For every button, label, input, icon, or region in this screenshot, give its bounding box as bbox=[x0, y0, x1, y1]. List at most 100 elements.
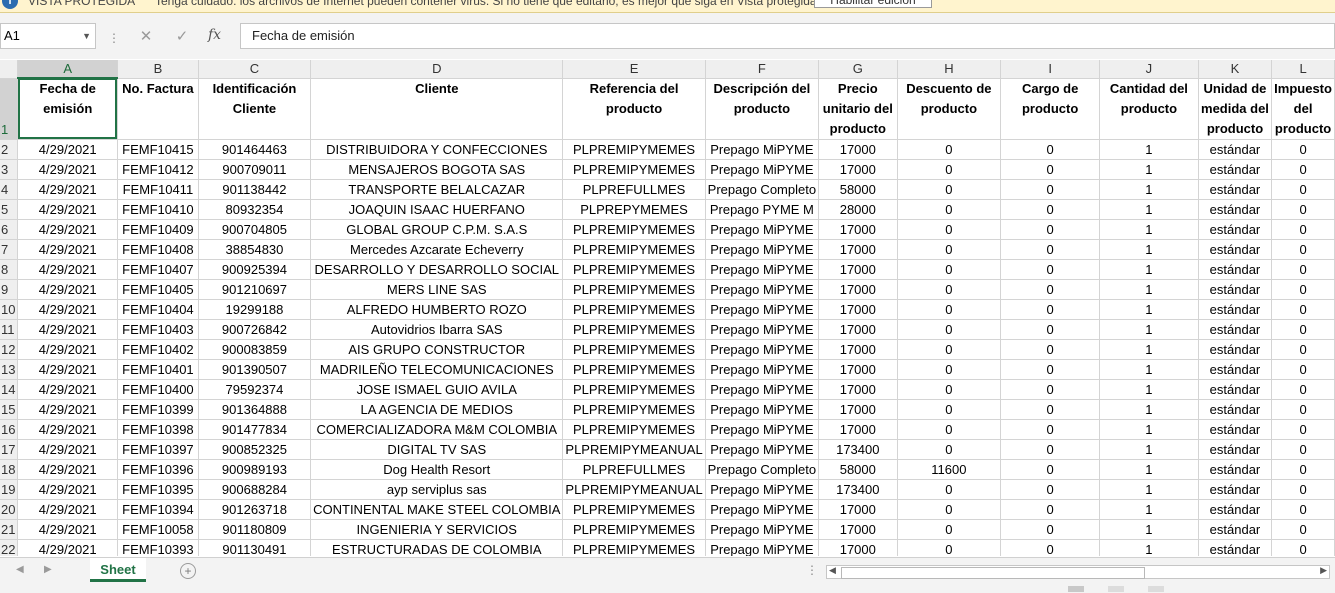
table-cell[interactable]: 0 bbox=[1000, 259, 1101, 280]
table-cell[interactable]: 1 bbox=[1099, 399, 1199, 420]
table-cell[interactable]: 1 bbox=[1099, 299, 1199, 320]
spreadsheet-grid[interactable]: A B C D E F G H I J K L 1 Fecha de emisión No. Factura… bbox=[0, 60, 1335, 556]
table-cell[interactable]: estándar bbox=[1198, 399, 1273, 420]
table-cell[interactable]: PLPREFULLMES bbox=[562, 459, 706, 480]
row-header[interactable]: 6 bbox=[0, 219, 19, 240]
table-cell[interactable]: PLPREMIPYMEMES bbox=[562, 499, 706, 520]
table-cell[interactable]: 0 bbox=[897, 319, 1002, 340]
table-cell[interactable]: FEMF10415 bbox=[117, 139, 199, 160]
table-cell[interactable]: FEMF10401 bbox=[117, 359, 199, 380]
column-header[interactable]: H bbox=[897, 60, 1002, 79]
table-cell[interactable]: 0 bbox=[1271, 199, 1335, 220]
row-header[interactable]: 7 bbox=[0, 239, 19, 260]
table-cell[interactable]: 1 bbox=[1099, 239, 1199, 260]
table-cell[interactable]: FEMF10058 bbox=[117, 519, 199, 540]
table-cell[interactable]: 0 bbox=[897, 139, 1002, 160]
table-cell[interactable]: 0 bbox=[1271, 519, 1335, 540]
table-cell[interactable]: 0 bbox=[1271, 379, 1335, 400]
row-header[interactable]: 15 bbox=[0, 399, 19, 420]
table-cell[interactable]: 38854830 bbox=[198, 239, 312, 260]
table-cell[interactable]: Prepago MiPYME bbox=[705, 339, 820, 360]
horizontal-scrollbar[interactable]: ◀ ▶ bbox=[826, 565, 1330, 579]
table-cell[interactable]: Prepago MiPYME bbox=[705, 419, 820, 440]
table-cell[interactable]: PLPREMIPYMEMES bbox=[562, 139, 706, 160]
column-header[interactable]: A bbox=[17, 60, 118, 79]
table-cell[interactable]: PLPREMIPYMEMES bbox=[562, 319, 706, 340]
table-cell[interactable]: AIS GRUPO CONSTRUCTOR bbox=[310, 339, 564, 360]
table-cell[interactable]: Prepago PYME M bbox=[705, 199, 820, 220]
table-cell[interactable]: Prepago MiPYME bbox=[705, 239, 820, 260]
normal-view-icon[interactable] bbox=[1068, 586, 1084, 592]
table-cell[interactable]: MERS LINE SAS bbox=[310, 279, 564, 300]
table-cell[interactable]: 901210697 bbox=[198, 279, 312, 300]
table-cell[interactable]: 0 bbox=[1271, 419, 1335, 440]
table-cell[interactable]: Prepago MiPYME bbox=[705, 499, 820, 520]
row-header[interactable]: 22 bbox=[0, 539, 19, 556]
table-cell[interactable]: PLPREMIPYMEMES bbox=[562, 359, 706, 380]
row-header[interactable]: 10 bbox=[0, 299, 19, 320]
table-cell[interactable]: 17000 bbox=[818, 239, 898, 260]
table-cell[interactable]: PLPREMIPYMEMES bbox=[562, 399, 706, 420]
table-cell[interactable]: 901138442 bbox=[198, 179, 312, 200]
table-cell[interactable]: PLPREMIPYMEMES bbox=[562, 239, 706, 260]
header-cell[interactable]: Precio unitario del producto bbox=[818, 78, 898, 140]
column-header[interactable]: G bbox=[818, 60, 898, 79]
table-cell[interactable]: LA AGENCIA DE MEDIOS bbox=[310, 399, 564, 420]
table-cell[interactable]: 901477834 bbox=[198, 419, 312, 440]
table-cell[interactable]: estándar bbox=[1198, 239, 1273, 260]
table-cell[interactable]: ALFREDO HUMBERTO ROZO bbox=[310, 299, 564, 320]
table-cell[interactable]: 1 bbox=[1099, 159, 1199, 180]
table-cell[interactable]: INGENIERIA Y SERVICIOS bbox=[310, 519, 564, 540]
table-cell[interactable]: 901364888 bbox=[198, 399, 312, 420]
table-cell[interactable]: Autovidrios Ibarra SAS bbox=[310, 319, 564, 340]
row-header[interactable]: 19 bbox=[0, 479, 19, 500]
select-all-corner[interactable] bbox=[0, 60, 19, 79]
row-header[interactable]: 17 bbox=[0, 439, 19, 460]
table-cell[interactable]: 4/29/2021 bbox=[17, 379, 118, 400]
table-cell[interactable]: DISTRIBUIDORA Y CONFECCIONES bbox=[310, 139, 564, 160]
column-header[interactable]: I bbox=[1000, 60, 1101, 79]
sheet-tab[interactable]: Sheet bbox=[90, 558, 146, 582]
table-cell[interactable]: GLOBAL GROUP C.P.M. S.A.S bbox=[310, 219, 564, 240]
table-cell[interactable]: FEMF10410 bbox=[117, 199, 199, 220]
table-cell[interactable]: 4/29/2021 bbox=[17, 299, 118, 320]
table-cell[interactable]: Prepago MiPYME bbox=[705, 359, 820, 380]
table-cell[interactable]: FEMF10404 bbox=[117, 299, 199, 320]
table-cell[interactable]: 0 bbox=[1000, 519, 1101, 540]
table-cell[interactable]: 0 bbox=[1000, 499, 1101, 520]
table-cell[interactable]: 0 bbox=[1000, 159, 1101, 180]
table-cell[interactable]: 1 bbox=[1099, 199, 1199, 220]
table-cell[interactable]: estándar bbox=[1198, 479, 1273, 500]
table-cell[interactable]: 0 bbox=[1271, 219, 1335, 240]
table-cell[interactable]: PLPREMIPYMEMES bbox=[562, 259, 706, 280]
table-cell[interactable]: 173400 bbox=[818, 439, 898, 460]
row-header[interactable]: 1 bbox=[0, 78, 19, 140]
table-cell[interactable]: 1 bbox=[1099, 179, 1199, 200]
table-cell[interactable]: estándar bbox=[1198, 139, 1273, 160]
table-cell[interactable]: 0 bbox=[1000, 479, 1101, 500]
table-cell[interactable]: 0 bbox=[897, 439, 1002, 460]
row-header[interactable]: 14 bbox=[0, 379, 19, 400]
table-cell[interactable]: FEMF10398 bbox=[117, 419, 199, 440]
table-cell[interactable]: 4/29/2021 bbox=[17, 239, 118, 260]
column-header[interactable]: L bbox=[1271, 60, 1335, 79]
table-cell[interactable]: 0 bbox=[1271, 299, 1335, 320]
table-cell[interactable]: Prepago MiPYME bbox=[705, 159, 820, 180]
row-header[interactable]: 2 bbox=[0, 139, 19, 160]
table-cell[interactable]: PLPREMIPYMEMES bbox=[562, 219, 706, 240]
table-cell[interactable]: 0 bbox=[1000, 539, 1101, 556]
table-cell[interactable]: Prepago MiPYME bbox=[705, 139, 820, 160]
table-cell[interactable]: FEMF10407 bbox=[117, 259, 199, 280]
table-cell[interactable]: estándar bbox=[1198, 339, 1273, 360]
table-cell[interactable]: estándar bbox=[1198, 199, 1273, 220]
table-cell[interactable]: 0 bbox=[1271, 239, 1335, 260]
table-cell[interactable]: 0 bbox=[1271, 339, 1335, 360]
next-sheet-icon[interactable]: ▶ bbox=[44, 564, 52, 575]
table-cell[interactable]: 1 bbox=[1099, 539, 1199, 556]
table-cell[interactable]: 0 bbox=[1271, 459, 1335, 480]
table-cell[interactable]: 900989193 bbox=[198, 459, 312, 480]
table-cell[interactable]: 4/29/2021 bbox=[17, 459, 118, 480]
table-cell[interactable]: FEMF10411 bbox=[117, 179, 199, 200]
table-cell[interactable]: 0 bbox=[1000, 319, 1101, 340]
scroll-left-icon[interactable]: ◀ bbox=[829, 565, 836, 576]
